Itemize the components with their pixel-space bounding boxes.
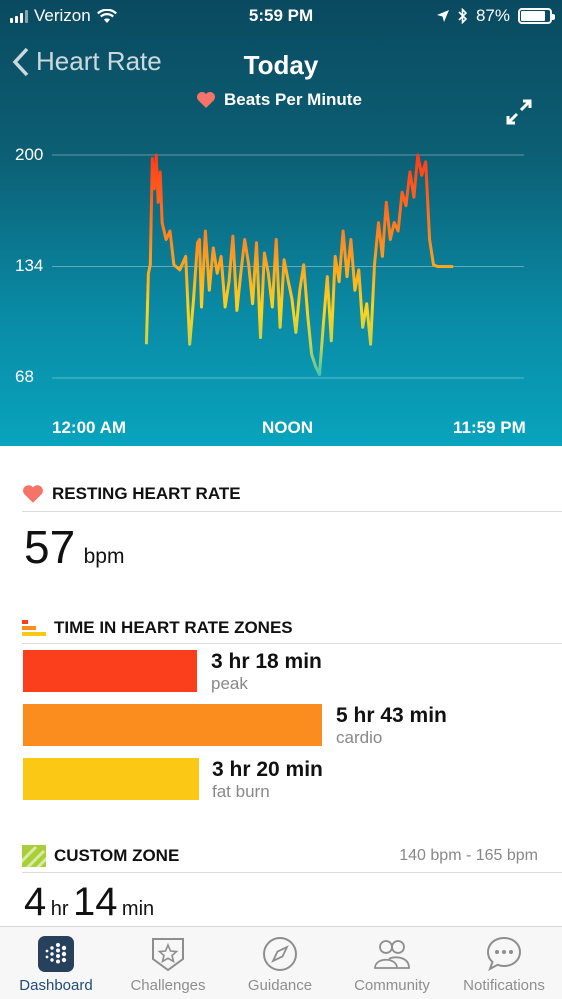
heart-rate-series-line xyxy=(144,153,454,377)
custom-zone-range: 140 bpm - 165 bpm xyxy=(399,847,538,864)
heart-icon xyxy=(23,485,43,503)
peak-zone-time: 3 hr 18 min xyxy=(211,650,322,673)
divider xyxy=(22,643,562,644)
tab-notifications[interactable]: Notifications xyxy=(449,935,559,994)
status-bar: Verizon 5:59 PM 87% xyxy=(0,0,562,34)
resting-bpm-number: 57 xyxy=(24,521,76,573)
peak-zone-bar xyxy=(23,650,197,692)
custom-minutes-number: 14 xyxy=(72,880,118,924)
resting-heart-rate-value: 57 bpm xyxy=(24,520,124,574)
tab-label: Dashboard xyxy=(19,977,93,994)
dashboard-icon xyxy=(38,936,74,972)
custom-minutes-unit: min xyxy=(121,898,155,920)
location-arrow-icon xyxy=(436,10,449,22)
chart-panel: Verizon 5:59 PM 87% Heart Rate Today Bea… xyxy=(0,0,562,446)
battery-percent: 87% xyxy=(475,6,510,25)
zones-header: TIME IN HEART RATE ZONES xyxy=(22,618,293,638)
people-icon xyxy=(374,940,410,969)
custom-zone-duration: 4 hr 14 min xyxy=(24,880,154,925)
cardio-zone-bar xyxy=(23,704,322,746)
divider xyxy=(22,511,562,512)
fat-burn-zone-time: 3 hr 20 min xyxy=(212,758,323,781)
custom-hours-unit: hr xyxy=(50,898,69,920)
resting-bpm-unit: bpm xyxy=(83,545,125,568)
custom-zone-header: CUSTOM ZONE xyxy=(22,845,179,867)
peak-zone-name: peak xyxy=(211,674,248,693)
tab-guidance[interactable]: Guidance xyxy=(225,935,335,994)
fat-burn-zone-name: fat burn xyxy=(212,782,270,801)
tab-label: Notifications xyxy=(463,977,545,994)
fat-burn-zone-bar xyxy=(23,758,199,800)
heart-rate-chart xyxy=(52,153,524,379)
tab-community[interactable]: Community xyxy=(337,935,447,994)
chat-bubble-icon xyxy=(486,936,522,972)
resting-heart-rate-header: RESTING HEART RATE xyxy=(22,484,241,504)
page-title: Today xyxy=(243,50,319,80)
battery-icon xyxy=(518,8,555,24)
bluetooth-icon xyxy=(458,8,468,24)
tab-challenges[interactable]: Challenges xyxy=(113,935,223,994)
custom-hours-number: 4 xyxy=(24,880,47,924)
compass-icon xyxy=(263,937,297,971)
divider xyxy=(22,872,562,873)
x-tick-label: NOON xyxy=(262,418,313,437)
tab-label: Guidance xyxy=(247,977,313,994)
star-badge-icon xyxy=(152,938,184,972)
tab-label: Community xyxy=(354,977,430,994)
tab-bar: Dashboard Challenges Guidance Community … xyxy=(0,926,562,999)
zones-bars-icon xyxy=(22,620,46,636)
x-tick-label: 11:59 PM xyxy=(453,418,526,437)
section-title: TIME IN HEART RATE ZONES xyxy=(54,618,293,637)
cardio-zone-time: 5 hr 43 min xyxy=(336,704,447,727)
section-title: RESTING HEART RATE xyxy=(52,484,241,503)
heart-rate-screen: Verizon 5:59 PM 87% Heart Rate Today Bea… xyxy=(0,0,562,999)
tab-label: Challenges xyxy=(130,977,206,994)
section-title: CUSTOM ZONE xyxy=(54,846,180,865)
custom-zone-icon xyxy=(22,845,46,867)
tab-dashboard[interactable]: Dashboard xyxy=(1,935,111,994)
x-tick-label: 12:00 AM xyxy=(52,418,127,437)
cardio-zone-name: cardio xyxy=(336,728,383,747)
